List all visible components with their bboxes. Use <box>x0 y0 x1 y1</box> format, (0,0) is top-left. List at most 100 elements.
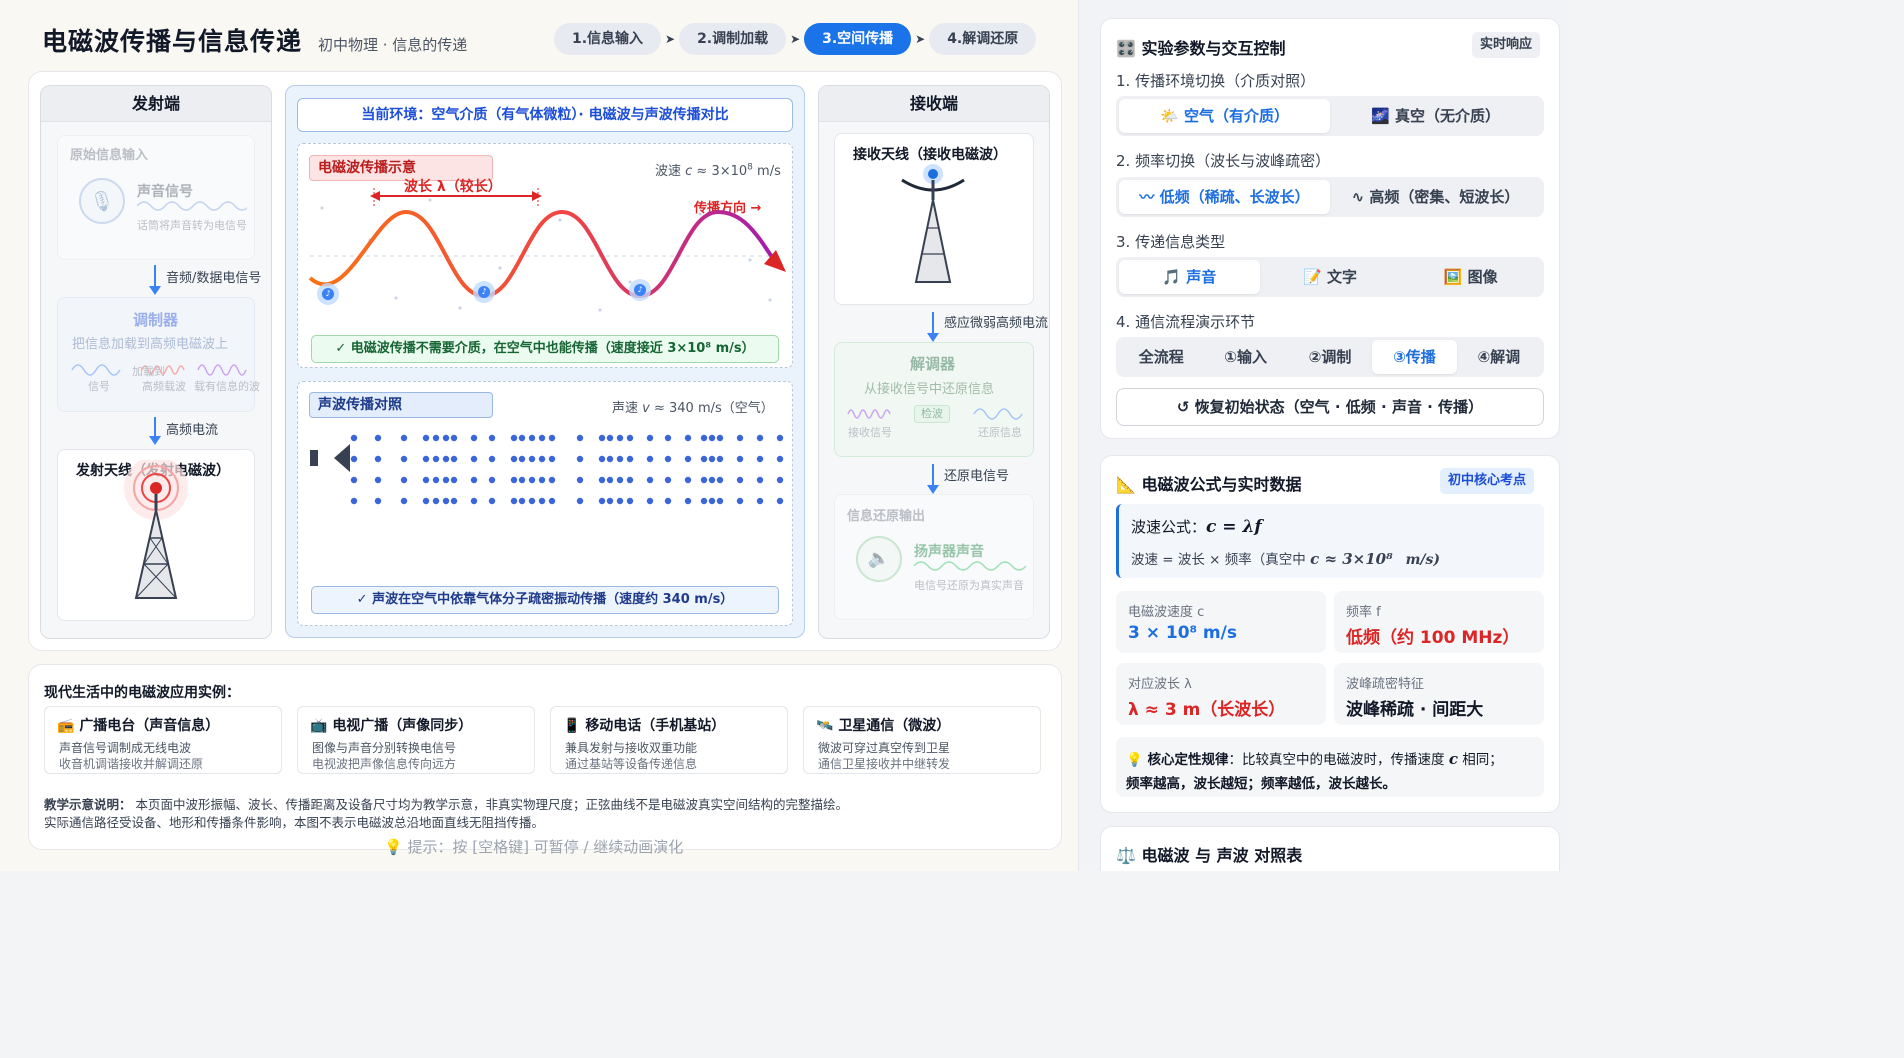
air-particle <box>736 455 744 463</box>
air-particle <box>422 434 430 442</box>
formula-desc: 波速 = 波长 × 频率（真空中 c ≈ 3×10⁸ m/s) <box>1131 550 1441 568</box>
air-particle <box>776 455 784 463</box>
air-particle <box>422 455 430 463</box>
app-phone-line2: 通过基站等设备传递信息 <box>565 757 698 771</box>
speaker-icon: 🔈 <box>856 536 902 582</box>
air-particle <box>576 476 584 484</box>
sound-wave-note: ✓ 声波在空气中依靠气体分子疏密振动传播（速度约 340 m/s） <box>311 586 779 614</box>
air-particle <box>528 476 536 484</box>
app-tv-title: 📺 电视广播（声像同步） <box>310 718 473 734</box>
formula-label: 波速公式： <box>1131 518 1207 536</box>
stat-crest-value: 波峰稀疏 · 间距大 <box>1346 700 1484 720</box>
frequency-toggle: 〰 低频（稀疏、长波长） ∿ 高频（密集、短波长） <box>1116 177 1544 217</box>
step-modulation[interactable]: 2.调制加载 <box>679 23 787 55</box>
air-particle <box>708 455 716 463</box>
air-particle <box>548 476 556 484</box>
air-particle <box>470 434 478 442</box>
env-option-air[interactable]: 🌤️ 空气（有介质） <box>1119 99 1330 133</box>
air-particle <box>700 434 708 442</box>
stage-option-demodulate[interactable]: ④解调 <box>1457 340 1541 374</box>
freq-option-low[interactable]: 〰 低频（稀疏、长波长） <box>1119 180 1330 214</box>
flow-label-current: 高频电流 <box>166 423 219 438</box>
app-satellite-line2: 通信卫星接收并中继转发 <box>818 757 951 771</box>
stage-option-modulate[interactable]: ②调制 <box>1288 340 1372 374</box>
detector-box: 检波 <box>914 405 950 423</box>
air-particle <box>776 476 784 484</box>
satellite-icon: 🛰️ <box>816 718 839 734</box>
air-particle <box>350 497 358 505</box>
air-particle <box>646 455 654 463</box>
em-speed-unit: m/s <box>752 164 781 179</box>
air-particle <box>684 434 692 442</box>
controls-title: 🎛️ 实验参数与交互控制 <box>1116 39 1286 58</box>
app-radio-line1: 声音信号调制成无线电波 <box>59 741 192 755</box>
air-particle <box>510 455 518 463</box>
environment-toggle: 🌤️ 空气（有介质） 🌌 真空（无介质） <box>1116 96 1544 136</box>
info-option-text[interactable]: 📝 文字 <box>1260 260 1401 294</box>
stage-option-all[interactable]: 全流程 <box>1119 340 1203 374</box>
rule-label: 💡 核心定性规律 <box>1126 752 1229 768</box>
air-particle <box>432 434 440 442</box>
formula-desc-unit: m/s) <box>1405 552 1441 568</box>
music-note-icon: ♪ <box>637 285 643 294</box>
air-particle <box>606 497 614 505</box>
air-particle <box>470 455 478 463</box>
flow-label-audio: 音频/数据电信号 <box>166 271 262 286</box>
air-particle <box>374 434 382 442</box>
stage-option-input[interactable]: ①输入 <box>1203 340 1287 374</box>
air-particle <box>756 497 764 505</box>
air-particle <box>708 497 716 505</box>
air-particle <box>432 476 440 484</box>
input-signal-note: 话筒将声音转为电信号 <box>137 219 247 232</box>
air-particle <box>548 455 556 463</box>
app-card-phone: 📱 移动电话（手机基站） 兼具发射与接收双重功能 通过基站等设备传递信息 <box>550 706 788 774</box>
app-radio-line2: 收音机调谐接收并解调还原 <box>59 757 204 771</box>
app-card-tv: 📺 电视广播（声像同步） 图像与声音分别转换电信号 电视波把声像信息传向远方 <box>297 706 535 774</box>
step-input[interactable]: 1.信息输入 <box>554 23 662 55</box>
flow-arrow-icon <box>149 265 161 295</box>
stat-crest-key: 波峰疏密特征 <box>1346 677 1425 692</box>
air-particle <box>664 497 672 505</box>
air-particle <box>684 476 692 484</box>
air-particle <box>626 455 634 463</box>
air-particle <box>374 455 382 463</box>
info-option-image[interactable]: 🖼️ 图像 <box>1400 260 1541 294</box>
flow-arrow-icon <box>149 417 161 445</box>
air-particle <box>422 497 430 505</box>
air-particle <box>616 455 624 463</box>
air-particle <box>616 497 624 505</box>
main-area: 电磁波传播与信息传递 初中物理 · 信息的传递 1.信息输入 ➤ 2.调制加载 … <box>0 0 1078 871</box>
reset-button[interactable]: ↺ 恢复初始状态（空气 · 低频 · 声音 · 传播） <box>1116 388 1544 426</box>
page-subtitle: 初中物理 · 信息的传递 <box>318 36 468 54</box>
air-particle <box>736 476 744 484</box>
air-particle <box>510 476 518 484</box>
air-particle <box>518 455 526 463</box>
stat-speed-value: 3 × 10⁸ m/s <box>1128 623 1237 643</box>
core-badge: 初中核心考点 <box>1440 468 1535 494</box>
air-particle <box>470 476 478 484</box>
sound-speed-var: v <box>642 401 650 416</box>
stage-option-propagate[interactable]: ③传播 <box>1372 340 1457 374</box>
air-particle <box>470 497 478 505</box>
env-option-vacuum[interactable]: 🌌 真空（无介质） <box>1330 99 1541 133</box>
transmit-tower-icon <box>124 460 188 599</box>
stat-wavelength-key: 对应波长 λ <box>1128 677 1192 692</box>
air-particle <box>518 434 526 442</box>
air-particle <box>510 434 518 442</box>
step-demodulation[interactable]: 4.解调还原 <box>929 23 1037 55</box>
air-particle <box>400 497 408 505</box>
air-particle <box>422 476 430 484</box>
demodulator-desc: 从接收信号中还原信息 <box>864 382 995 397</box>
air-particle <box>708 434 716 442</box>
freq-option-high[interactable]: ∿ 高频（密集、短波长） <box>1330 180 1541 214</box>
air-particle <box>374 476 382 484</box>
air-particle <box>736 434 744 442</box>
air-particle <box>450 455 458 463</box>
tv-icon: 📺 <box>310 718 333 734</box>
sound-wave-tag: 声波传播对照 <box>309 392 493 418</box>
info-option-sound[interactable]: 🎵 声音 <box>1119 260 1260 294</box>
air-particle <box>432 497 440 505</box>
formula-expr: c = λf <box>1206 517 1262 537</box>
demod-label-received: 接收信号 <box>848 426 892 439</box>
step-propagation[interactable]: 3.空间传播 <box>804 23 912 55</box>
